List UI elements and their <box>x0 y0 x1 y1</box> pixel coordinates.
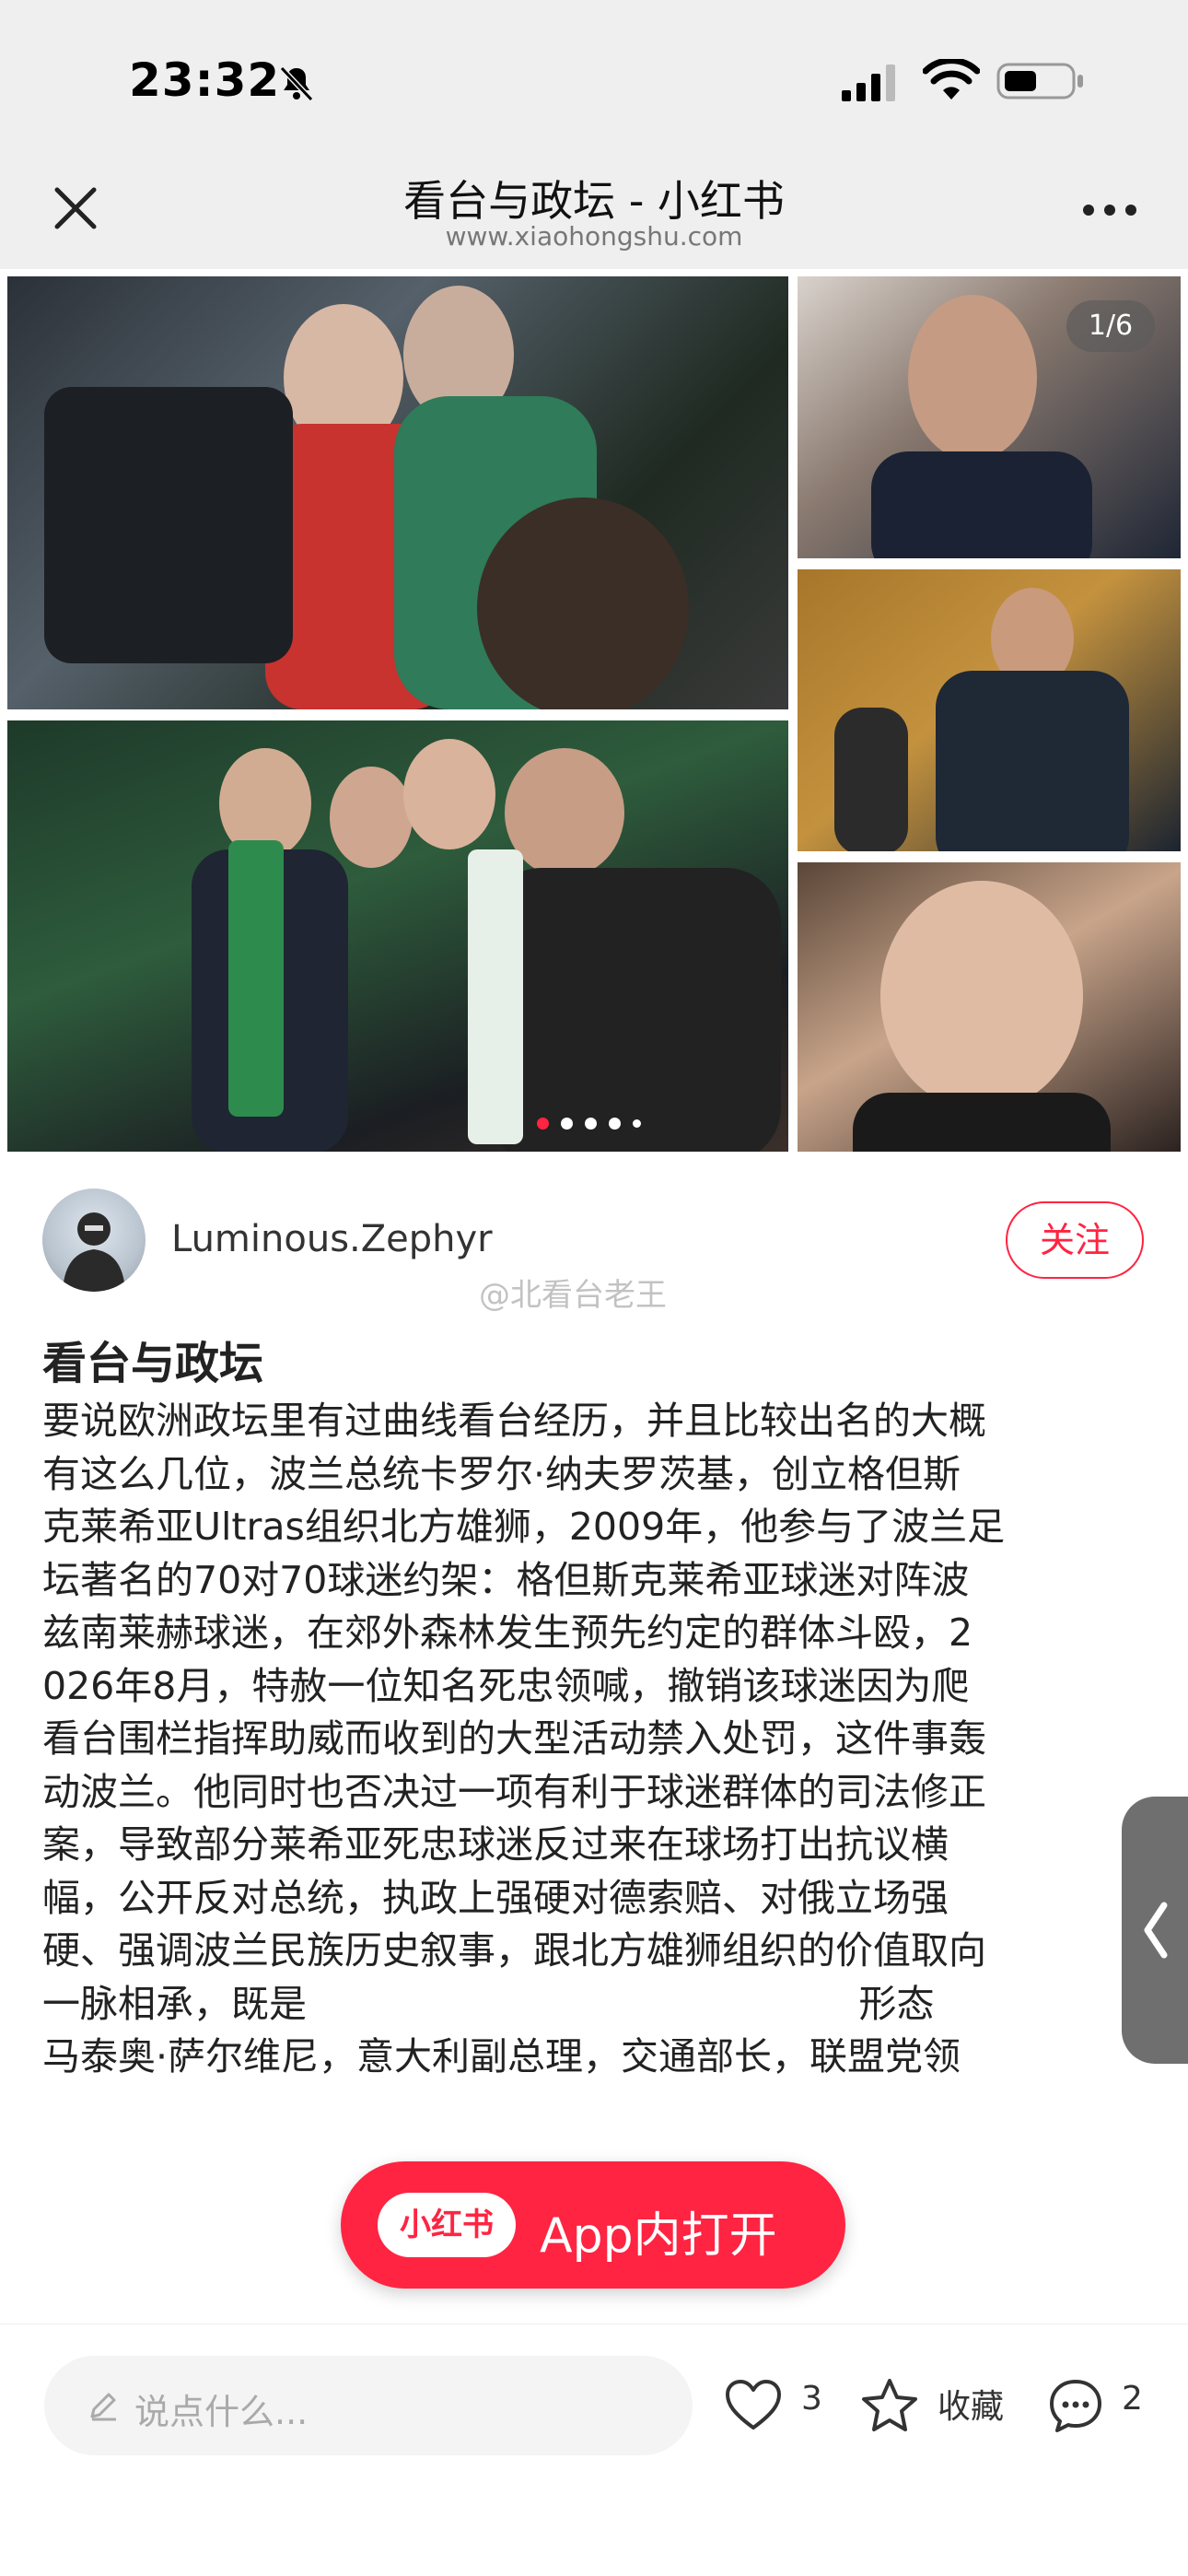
signal-icon <box>842 64 895 101</box>
status-time: 23:32 <box>129 53 281 107</box>
post-line: 要说欧洲政坛里有过曲线看台经历，并且比较出名的大概 <box>42 1399 986 1443</box>
watermark: @北看台老王 <box>479 1277 667 1314</box>
post-line: 动波兰。他同时也否决过一项有利于球迷群体的司法修正 <box>42 1769 986 1814</box>
post-line: 有这么几位，波兰总统卡罗尔·纳夫罗茨基，创立格但斯 <box>42 1451 961 1496</box>
more-icon[interactable] <box>1077 192 1142 228</box>
post-title: 看台与政坛 <box>42 1338 264 1389</box>
page-url: www.xiaohongshu.com <box>445 221 743 252</box>
bottom-action-bar: 说点什么... 3 收藏 2 <box>0 2324 1188 2576</box>
browser-header: 23:32 看台与政坛 - 小红书 www.xiaohongshu.com <box>0 0 1188 269</box>
battery-icon <box>996 63 1083 100</box>
like-count: 3 <box>801 2380 822 2418</box>
gallery-pagination[interactable] <box>537 1115 647 1133</box>
page-dot[interactable] <box>609 1118 621 1130</box>
page-title: 看台与政坛 - 小红书 <box>403 176 785 226</box>
post-line: 一脉相承，既是 形态 <box>42 1981 935 2026</box>
page-dot[interactable] <box>561 1118 573 1130</box>
open-in-app-label: App内打开 <box>540 2208 777 2264</box>
post-line: 看台围栏指挥助威而收到的大型活动禁入处罚，这件事轰 <box>42 1716 986 1761</box>
xiaohongshu-logo: 小红书 <box>378 2193 516 2257</box>
comment-icon[interactable] <box>1046 2376 1105 2435</box>
photo-5 <box>798 862 1181 1152</box>
photo-1 <box>7 276 788 709</box>
pencil-icon <box>90 2393 116 2421</box>
post-line: 兹南莱赫球迷，在郊外森林发生预先约定的群体斗殴，2 <box>42 1610 973 1655</box>
post-line: 马泰奥·萨尔维尼，意大利副总理，交通部长，联盟党领 <box>42 2034 961 2078</box>
bell-mute-icon <box>279 65 314 102</box>
post-line: 026年8月，特赦一位知名死忠领喊，撤销该球迷因为爬 <box>42 1663 970 1708</box>
gallery-counter: 1/6 <box>1066 300 1155 352</box>
collect-label[interactable]: 收藏 <box>938 2380 1004 2428</box>
side-drawer-tab[interactable] <box>1122 1797 1188 2064</box>
page-dot[interactable] <box>585 1118 597 1130</box>
author-name[interactable]: Luminous.Zephyr <box>171 1218 493 1260</box>
post-line: 硬、强调波兰民族历史叙事，跟北方雄狮组织的价值取向 <box>42 1928 986 1973</box>
photo-4 <box>798 569 1181 851</box>
follow-button[interactable]: 关注 <box>1006 1201 1144 1279</box>
comment-input[interactable]: 说点什么... <box>44 2356 693 2455</box>
page-dot[interactable] <box>537 1118 549 1130</box>
author-avatar[interactable] <box>42 1188 146 1292</box>
photo-2 <box>7 720 788 1152</box>
open-in-app-button[interactable]: 小红书 App内打开 <box>341 2161 845 2289</box>
wifi-icon <box>923 59 980 100</box>
chevron-left-icon <box>1144 1902 1168 1959</box>
post-line: 克莱希亚Ultras组织北方雄狮，2009年，他参与了波兰足 <box>42 1505 1006 1549</box>
post-line: 坛著名的70对70球迷约架：格但斯克莱希亚球迷对阵波 <box>42 1557 970 1602</box>
heart-icon[interactable] <box>724 2376 783 2435</box>
comment-count: 2 <box>1122 2380 1143 2418</box>
comment-placeholder: 说点什么... <box>134 2392 309 2432</box>
photo-gallery[interactable]: 1/6 <box>0 269 1188 1159</box>
post-line: 幅，公开反对总统，执政上强硬对德索赔、对俄立场强 <box>42 1875 949 1920</box>
page-dot[interactable] <box>633 1119 641 1128</box>
star-icon[interactable] <box>860 2376 919 2435</box>
post-line: 案，导致部分莱希亚死忠球迷反过来在球场打出抗议横 <box>42 1822 949 1867</box>
